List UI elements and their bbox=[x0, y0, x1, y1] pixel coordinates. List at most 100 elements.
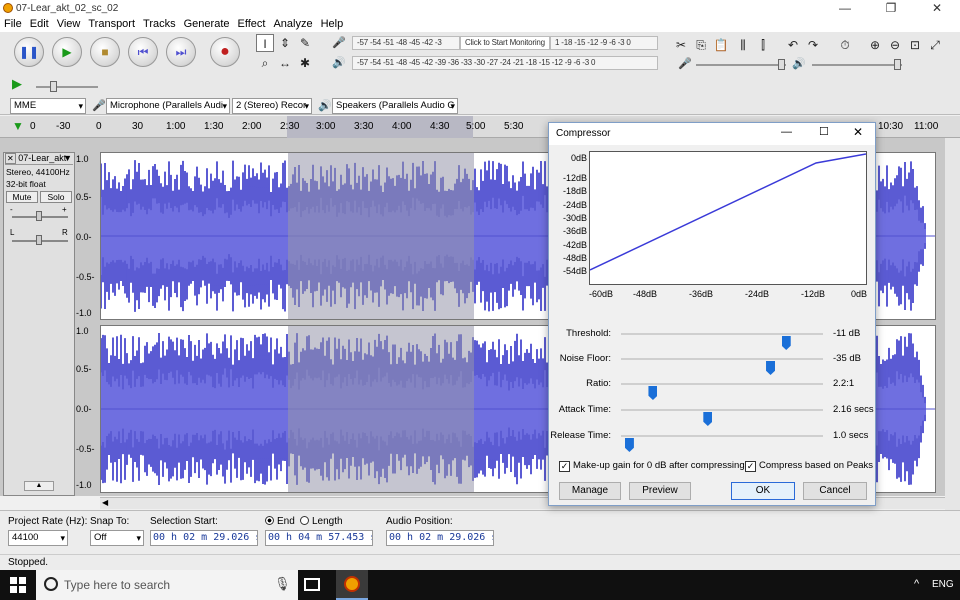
sync-lock-icon[interactable]: ⏱ bbox=[836, 36, 854, 54]
multi-tool-icon[interactable]: ✱ bbox=[296, 54, 314, 72]
collapse-track-icon[interactable]: ▲ bbox=[24, 481, 54, 491]
record-volume-slider[interactable] bbox=[696, 64, 786, 66]
menu-tracks[interactable]: Tracks bbox=[139, 17, 180, 32]
menu-edit[interactable]: Edit bbox=[26, 17, 53, 32]
selection-tool-icon[interactable]: I bbox=[256, 34, 274, 52]
windows-start-icon[interactable] bbox=[10, 577, 26, 593]
plot-y-label: -42dB bbox=[562, 240, 587, 250]
track-control-panel[interactable]: ✕ 07-Lear_akt ▼ Stereo, 44100Hz 32-bit f… bbox=[3, 152, 75, 496]
play-at-speed-icon[interactable]: ▶ bbox=[12, 76, 22, 92]
play-speed-slider[interactable] bbox=[36, 86, 98, 88]
stop-button[interactable]: ■ bbox=[90, 37, 120, 67]
selection-start-time[interactable]: 00 h 02 m 29.026 s bbox=[150, 530, 258, 546]
track-name-menu[interactable]: ✕ 07-Lear_akt ▼ bbox=[5, 153, 73, 165]
zoom-in-icon[interactable]: ⊕ bbox=[866, 36, 884, 54]
taskbar-search-box[interactable]: Type here to search 🎙 bbox=[36, 570, 298, 600]
skip-to-end-button[interactable]: ⏭ bbox=[166, 37, 196, 67]
restore-button[interactable]: ❐ bbox=[868, 0, 914, 17]
record-meter[interactable]: -57 -54 -51 -48 -45 -42 -3 bbox=[352, 36, 460, 50]
track-close-icon[interactable]: ✕ bbox=[5, 153, 16, 164]
playback-device-select[interactable]: Speakers (Parallels Audio C bbox=[332, 98, 458, 114]
record-volume-thumb[interactable] bbox=[778, 59, 785, 70]
ok-button[interactable]: OK bbox=[731, 482, 795, 500]
recording-channels-select[interactable]: 2 (Stereo) Recor bbox=[232, 98, 312, 114]
cancel-button[interactable]: Cancel bbox=[803, 482, 867, 500]
gain-slider-thumb[interactable] bbox=[36, 211, 42, 221]
playback-volume-slider[interactable] bbox=[812, 64, 902, 66]
playback-volume-thumb[interactable] bbox=[894, 59, 901, 70]
silence-icon[interactable]: ⫿ bbox=[754, 36, 772, 54]
record-meter-tooltip[interactable]: Click to Start Monitoring bbox=[460, 36, 550, 50]
time-shift-tool-icon[interactable]: ↔ bbox=[276, 54, 294, 72]
menu-bar: File Edit View Transport Tracks Generate Effec… bbox=[0, 17, 960, 32]
noise-floor-slider[interactable] bbox=[621, 358, 823, 375]
ratio-thumb[interactable] bbox=[648, 386, 658, 400]
attack-time-slider[interactable] bbox=[621, 409, 823, 426]
task-view-icon[interactable] bbox=[304, 578, 320, 591]
release-time-slider[interactable] bbox=[621, 435, 823, 452]
fit-project-icon[interactable]: ⤢ bbox=[926, 36, 944, 54]
vertical-scrollbar[interactable] bbox=[945, 138, 960, 510]
zoom-out-icon[interactable]: ⊖ bbox=[886, 36, 904, 54]
project-rate-select[interactable]: 44100 bbox=[8, 530, 68, 546]
menu-transport[interactable]: Transport bbox=[84, 17, 139, 32]
record-meter-mic-icon[interactable]: 🎤 bbox=[332, 36, 346, 49]
close-button[interactable]: ✕ bbox=[914, 0, 960, 17]
audio-host-select[interactable]: MME bbox=[10, 98, 86, 114]
preview-button[interactable]: Preview bbox=[629, 482, 691, 500]
compress-peaks-checkbox[interactable]: ✓ bbox=[745, 461, 756, 472]
selection-end-time[interactable]: 00 h 04 m 57.453 s bbox=[265, 530, 373, 546]
record-button[interactable]: ● bbox=[210, 37, 240, 67]
envelope-tool-icon[interactable]: ⇕ bbox=[276, 34, 294, 52]
makeup-gain-checkbox[interactable]: ✓ bbox=[559, 461, 570, 472]
solo-button[interactable]: Solo bbox=[40, 191, 72, 203]
length-radio[interactable] bbox=[300, 516, 309, 525]
pinned-head-icon[interactable]: ▼ bbox=[12, 119, 24, 133]
menu-help[interactable]: Help bbox=[317, 17, 348, 32]
dialog-minimize-button[interactable]: — bbox=[781, 126, 792, 138]
minimize-button[interactable]: — bbox=[822, 0, 868, 17]
pan-slider-thumb[interactable] bbox=[36, 235, 42, 245]
recording-device-select[interactable]: Microphone (Parallels Audi bbox=[106, 98, 230, 114]
play-speed-thumb[interactable] bbox=[50, 81, 57, 92]
menu-view[interactable]: View bbox=[53, 17, 85, 32]
draw-tool-icon[interactable]: ✎ bbox=[296, 34, 314, 52]
tray-chevron-icon[interactable]: ^ bbox=[914, 578, 919, 590]
pause-button[interactable]: ❚❚ bbox=[14, 37, 44, 67]
playback-meter-speaker-icon[interactable]: 🔊 bbox=[332, 56, 346, 69]
play-button[interactable]: ▶ bbox=[52, 37, 82, 67]
menu-file[interactable]: File bbox=[0, 17, 26, 32]
attack-time-thumb[interactable] bbox=[703, 412, 713, 426]
ratio-slider[interactable] bbox=[621, 383, 823, 400]
end-radio[interactable] bbox=[265, 516, 274, 525]
manage-button[interactable]: Manage bbox=[559, 482, 621, 500]
taskbar-audacity-app[interactable] bbox=[336, 570, 368, 600]
track-menu-chevron-icon[interactable]: ▼ bbox=[63, 153, 72, 164]
copy-icon[interactable]: ⎘ bbox=[692, 36, 710, 54]
fit-selection-icon[interactable]: ⊡ bbox=[906, 36, 924, 54]
release-time-thumb[interactable] bbox=[624, 438, 634, 452]
mute-button[interactable]: Mute bbox=[6, 191, 38, 203]
record-meter-right[interactable]: 1 -18 -15 -12 -9 -6 -3 0 bbox=[550, 36, 658, 50]
microphone-search-icon[interactable]: 🎙 bbox=[274, 576, 291, 592]
paste-icon[interactable]: 📋 bbox=[712, 36, 730, 54]
undo-icon[interactable]: ↶ bbox=[784, 36, 802, 54]
ruler-tick: 2:30 bbox=[280, 121, 300, 132]
ruler-tick: -30 bbox=[56, 121, 71, 132]
menu-analyze[interactable]: Analyze bbox=[269, 17, 316, 32]
skip-to-start-button[interactable]: ⏮ bbox=[128, 37, 158, 67]
scroll-left-icon[interactable]: ◀ bbox=[100, 498, 108, 507]
playback-meter[interactable]: -57 -54 -51 -48 -45 -42 -39 -36 -33 -30 … bbox=[352, 56, 658, 70]
zoom-tool-icon[interactable]: ⌕ bbox=[256, 54, 274, 72]
menu-effect[interactable]: Effect bbox=[234, 17, 270, 32]
threshold-slider[interactable] bbox=[621, 333, 823, 350]
menu-generate[interactable]: Generate bbox=[180, 17, 234, 32]
dialog-maximize-button[interactable]: ☐ bbox=[819, 125, 829, 138]
snap-to-select[interactable]: Off bbox=[90, 530, 144, 546]
dialog-close-button[interactable]: ✕ bbox=[853, 125, 863, 139]
redo-icon[interactable]: ↷ bbox=[804, 36, 822, 54]
trim-icon[interactable]: ⫼ bbox=[734, 36, 752, 54]
audio-position-time[interactable]: 00 h 02 m 29.026 s bbox=[386, 530, 494, 546]
cut-icon[interactable]: ✂ bbox=[672, 36, 690, 54]
language-indicator[interactable]: ENG bbox=[932, 579, 954, 590]
